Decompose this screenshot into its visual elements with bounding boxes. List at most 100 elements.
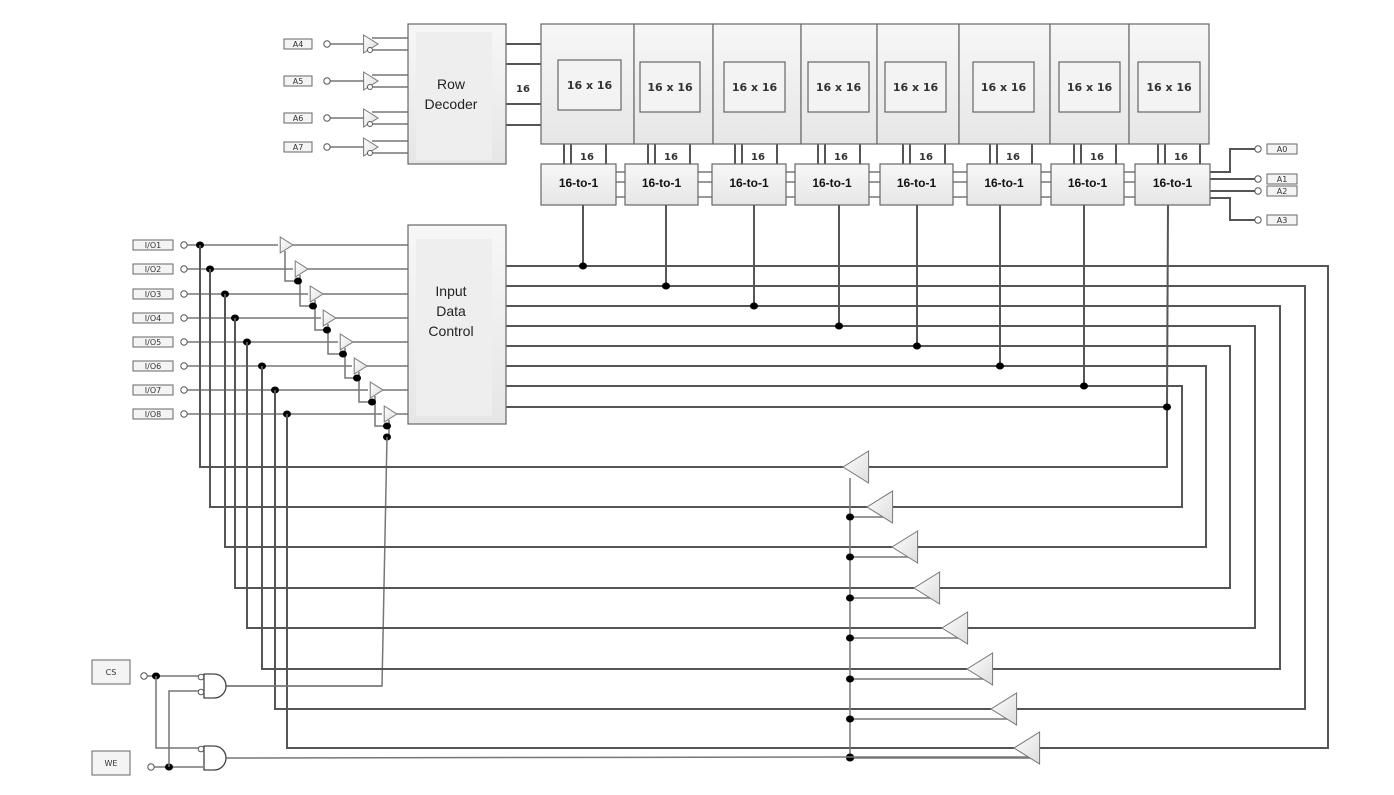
pin-terminal-icon [323, 40, 331, 48]
pin-label-we-text: WE [105, 759, 118, 768]
memory-array-3: 16 x 16 [712, 23, 802, 145]
junction-dot [913, 342, 921, 350]
mux-label: 16-to-1 [897, 176, 937, 190]
pin-label-io8-text: I/O8 [145, 410, 161, 419]
memory-array-7: 16 x 16 [1049, 23, 1130, 145]
column-mux-7: 16-to-1 [1050, 163, 1125, 206]
inverter-bubble-icon [367, 47, 373, 53]
column-mux-8: 16-to-1 [1134, 163, 1211, 206]
mux-label: 16-to-1 [729, 176, 769, 190]
junction-dot [353, 374, 361, 382]
memory-cell-label: 16 x 16 [647, 81, 693, 94]
array-bus-label: 16 [580, 152, 594, 163]
column-mux-3: 16-to-1 [711, 163, 787, 206]
wire [225, 756, 851, 759]
pin-label-io8: I/O8 [132, 408, 174, 420]
memory-cell-label: 16 x 16 [893, 81, 939, 94]
and-gate-icon [203, 673, 227, 699]
input-buffer-icon [369, 381, 384, 399]
memory-cell-label: 16 x 16 [1067, 81, 1113, 94]
pin-terminal-icon [180, 410, 188, 418]
memory-array-4: 16 x 16 [800, 23, 878, 145]
and-gate-icon [203, 745, 227, 771]
pin-label-io2: I/O2 [132, 263, 174, 275]
pin-terminal-icon [180, 241, 188, 249]
pin-terminal-icon [147, 763, 155, 771]
output-buffer-icon [913, 571, 941, 605]
pin-terminal-icon [180, 265, 188, 273]
pin-terminal-icon [1254, 216, 1262, 224]
pin-terminal-icon [180, 314, 188, 322]
pin-terminal-icon [180, 362, 188, 370]
pin-label-a1-text: A1 [1277, 175, 1288, 184]
junction-dot [662, 282, 670, 290]
wire [506, 305, 1281, 670]
sram-block-diagram: Row Decoder 16 x 16 16 x 16 16 x 16 16 x 16 16… [91, 23, 1329, 776]
wire [168, 690, 199, 767]
pin-label-io5: I/O5 [132, 336, 174, 348]
column-mux-5: 16-to-1 [879, 163, 954, 206]
pin-terminal-icon [323, 143, 331, 151]
input-buffer-icon [294, 260, 309, 278]
pin-label-io6-text: I/O6 [145, 362, 161, 371]
mux-label: 16-to-1 [812, 176, 852, 190]
junction-dot [846, 594, 854, 602]
pin-label-a5-text: A5 [293, 77, 304, 86]
memory-array-2: 16 x 16 [633, 23, 714, 145]
output-buffer-icon [866, 490, 894, 524]
pin-label-a6-text: A6 [293, 114, 304, 123]
pin-label-io1: I/O1 [132, 239, 174, 251]
pin-terminal-icon [1254, 187, 1262, 195]
pin-label-a6: A6 [283, 112, 313, 124]
wire [246, 342, 942, 629]
input-buffer-icon [383, 405, 398, 423]
mux-label: 16-to-1 [559, 176, 599, 190]
pin-label-io6: I/O6 [132, 360, 174, 372]
mux-label: 16-to-1 [1153, 176, 1193, 190]
array-bus-label: 16 [751, 152, 765, 163]
memory-array-6: 16 x 16 [958, 23, 1051, 145]
junction-dot [996, 362, 1004, 370]
pin-label-a0: A0 [1266, 143, 1298, 155]
junction-dot [323, 326, 331, 334]
wire [506, 285, 1306, 710]
pin-label-io1-text: I/O1 [145, 241, 161, 250]
memory-cell-label: 16 x 16 [567, 79, 613, 92]
wire [506, 365, 1207, 548]
array-bus-label: 16 [834, 152, 848, 163]
wire [506, 406, 1168, 468]
pin-label-io4: I/O4 [132, 312, 174, 324]
idc-label-2: Data [436, 303, 466, 319]
blocks-layer: Row Decoder 16 x 16 16 x 16 16 x 16 16 x 16 16… [140, 23, 1262, 771]
pin-label-a0-text: A0 [1277, 145, 1288, 154]
pin-terminal-icon [180, 386, 188, 394]
pin-label-io3: I/O3 [132, 288, 174, 300]
inverter-bubble-icon [197, 745, 205, 753]
wire [225, 436, 388, 687]
memory-cell-label: 16 x 16 [732, 81, 778, 94]
cs-enable-and-gate [203, 745, 227, 771]
wire [1166, 204, 1169, 408]
inverter-bubble-icon [367, 84, 373, 90]
cs-we-and-gate [203, 673, 227, 699]
junction-dot [846, 715, 854, 723]
output-buffer-icon [990, 692, 1018, 726]
junction-dot [846, 634, 854, 642]
array-bus-label: 16 [1174, 152, 1188, 163]
wire [209, 269, 867, 508]
pin-label-a7-text: A7 [293, 143, 304, 152]
pin-label-cs-text: CS [106, 668, 117, 677]
junction-dot [846, 553, 854, 561]
pin-terminal-icon [140, 672, 148, 680]
column-mux-1: 16-to-1 [540, 163, 617, 206]
mux-label: 16-to-1 [984, 176, 1024, 190]
junction-dot [846, 513, 854, 521]
pin-label-a1: A1 [1266, 173, 1298, 185]
pin-label-io5-text: I/O5 [145, 338, 161, 347]
junction-dot [368, 398, 376, 406]
inverter-bubble-icon [197, 673, 205, 681]
wire [1210, 197, 1255, 221]
pin-label-we: WE [91, 750, 131, 776]
pin-label-a4-text: A4 [293, 40, 304, 49]
pin-terminal-icon [180, 338, 188, 346]
